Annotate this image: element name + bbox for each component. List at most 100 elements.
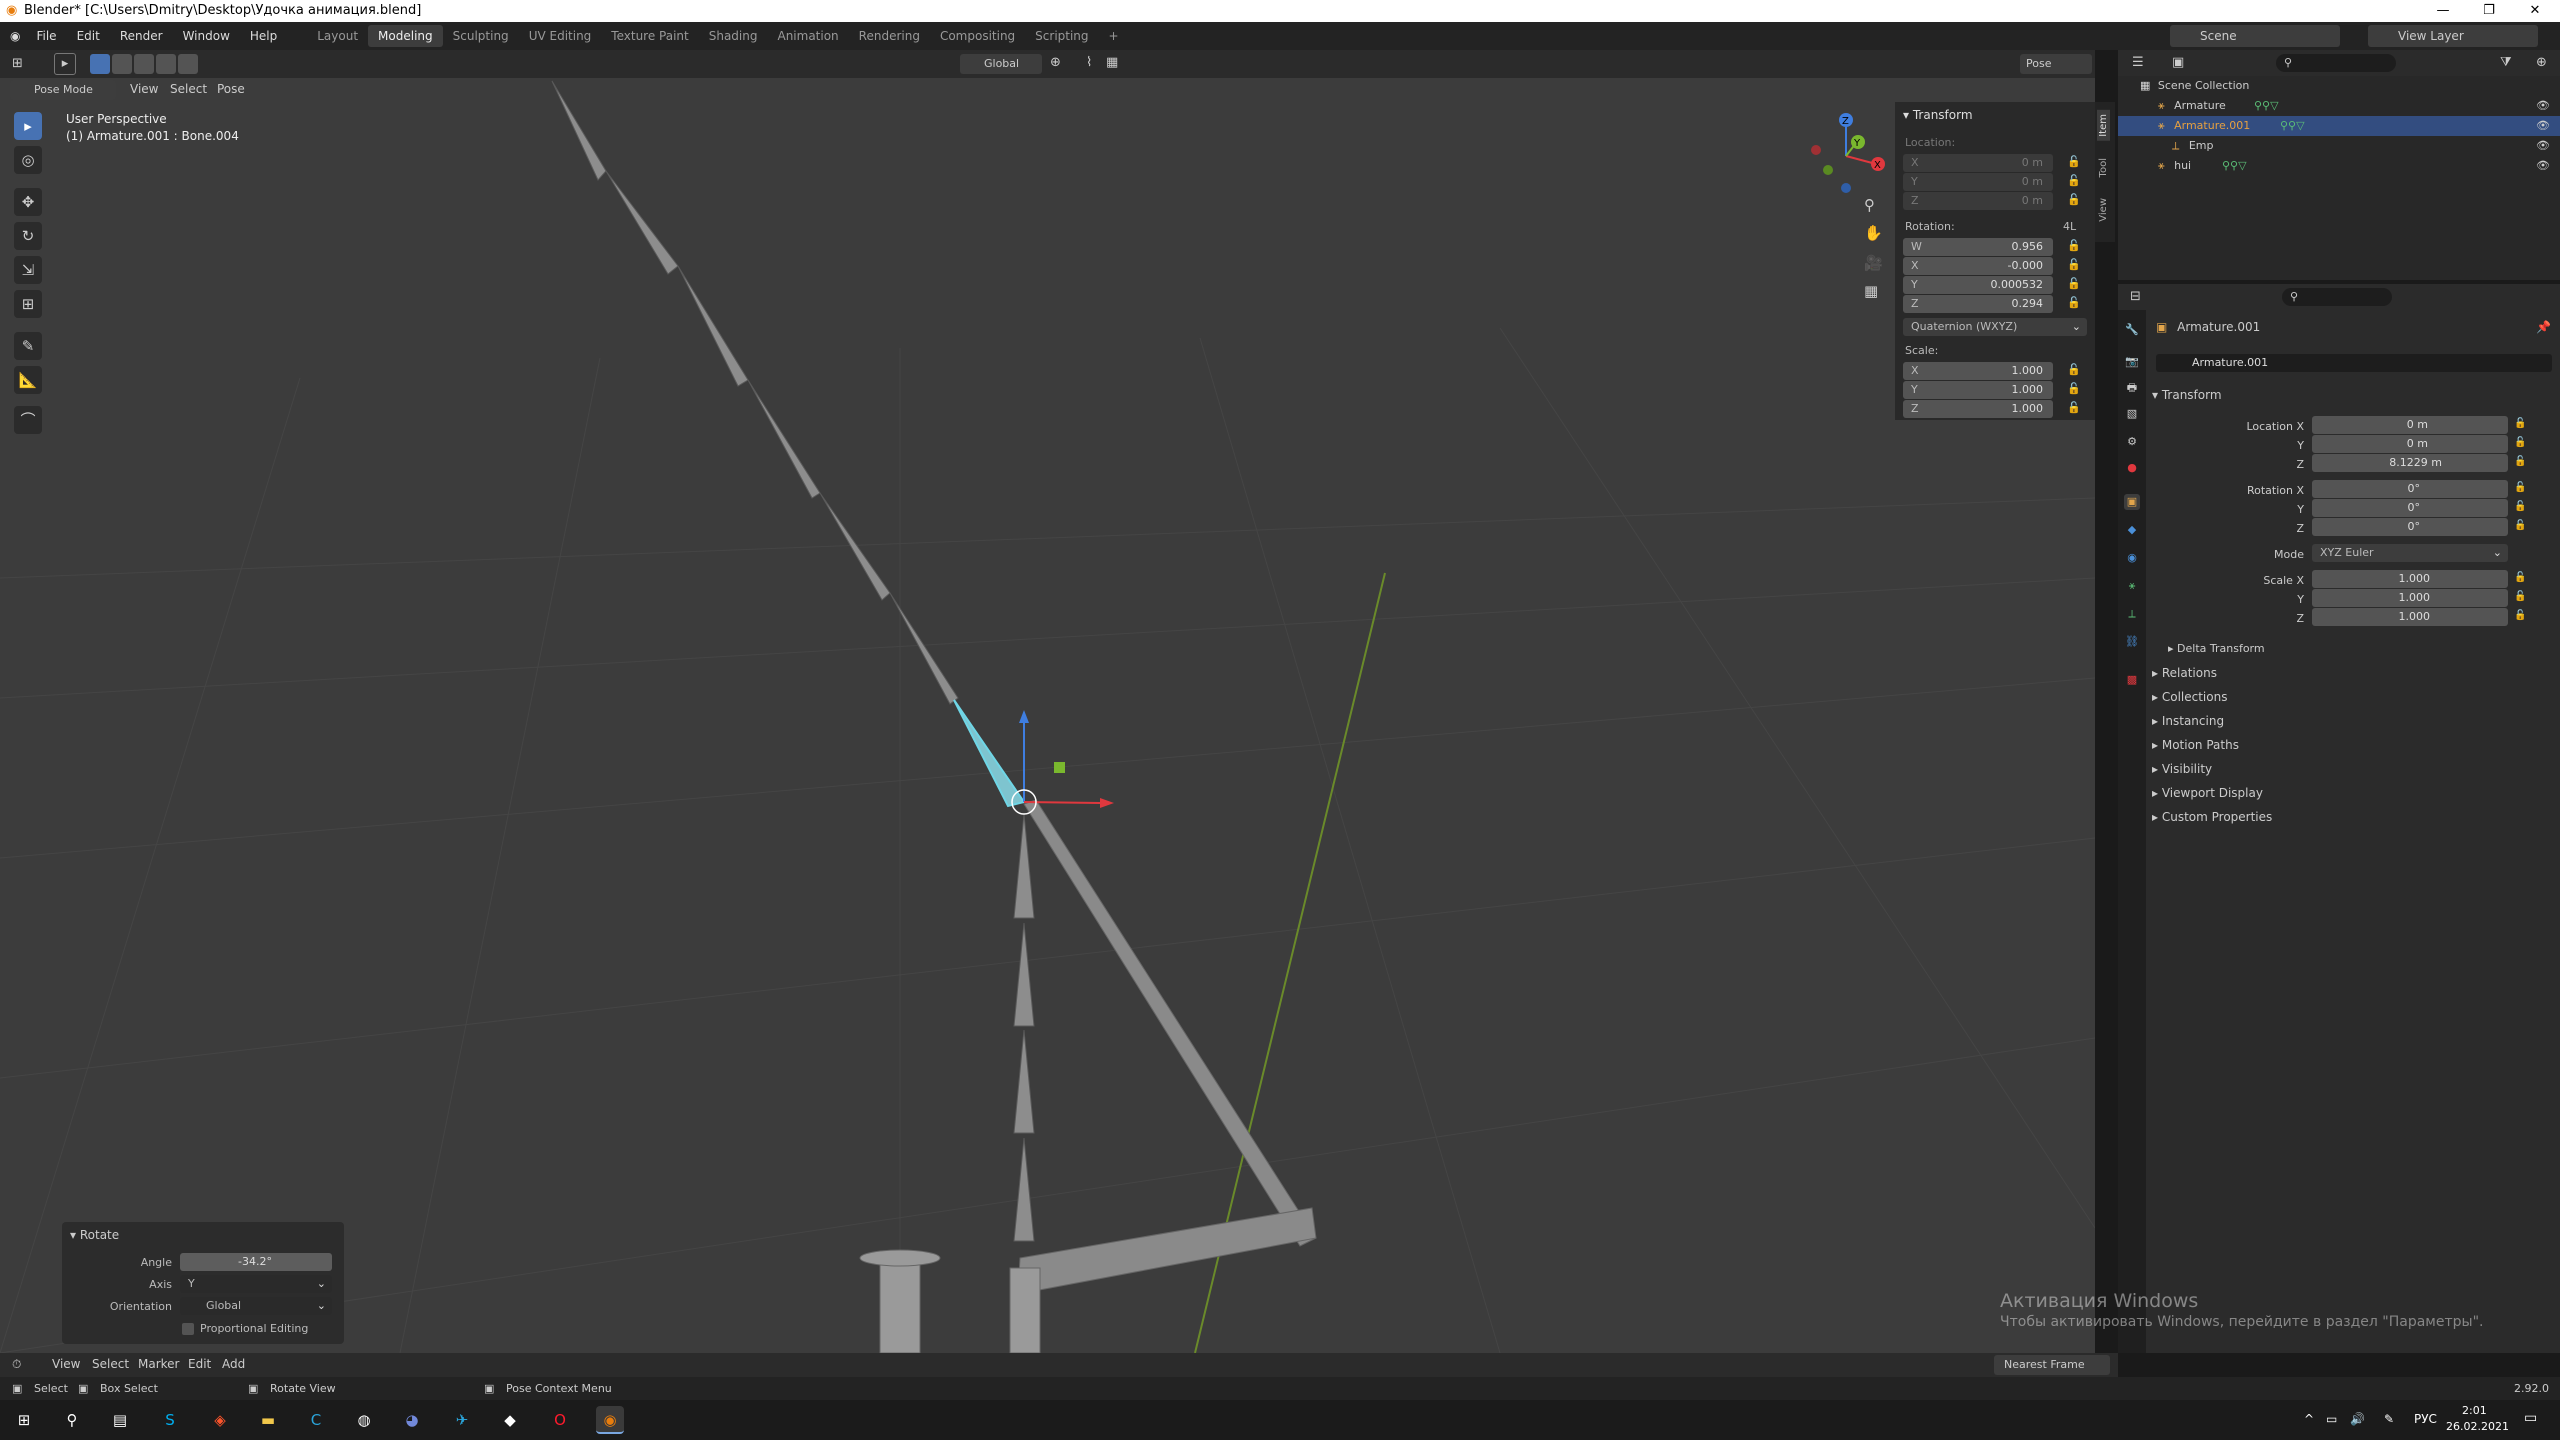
measure-tool-icon[interactable]: 📐 <box>14 366 42 394</box>
modifier-tab-icon[interactable]: ◆ <box>2124 522 2140 538</box>
scale-z-field[interactable]: 1.000 <box>2312 608 2508 626</box>
scene-collection-row[interactable]: ▦ Scene Collection <box>2118 76 2560 96</box>
properties-editor-icon[interactable]: ⊟ <box>2130 289 2141 304</box>
tab-texture-paint[interactable]: Texture Paint <box>601 25 698 47</box>
windows-start-icon[interactable]: ⊞ <box>10 1406 38 1434</box>
outliner-search-input[interactable]: ⚲ <box>2276 54 2396 72</box>
select-mode-new[interactable] <box>90 54 110 74</box>
angle-field[interactable]: -34.2° <box>180 1253 332 1271</box>
lock-icon[interactable]: 🔓 <box>2067 174 2081 187</box>
lock-icon[interactable]: 🔓 <box>2067 277 2081 290</box>
rotation-z-field[interactable]: 0° <box>2312 518 2508 536</box>
pin-icon[interactable]: 📌 <box>2536 320 2551 334</box>
search-icon[interactable]: ⚲ <box>58 1406 86 1434</box>
location-z-field[interactable]: 8.1229 m <box>2312 454 2508 472</box>
tab-shading[interactable]: Shading <box>699 25 768 47</box>
ccleaner-icon[interactable]: C <box>302 1406 330 1434</box>
timeline-editor-icon[interactable]: ⏱ <box>12 1357 21 1372</box>
lock-icon[interactable]: 🔓 <box>2067 193 2081 206</box>
lock-icon[interactable]: 🔓 <box>2514 437 2526 448</box>
outliner-display-icon[interactable]: ▣ <box>2172 55 2184 70</box>
location-y-field[interactable]: 0 m <box>2312 435 2508 453</box>
filter-icon[interactable]: ⧩ <box>2500 55 2512 70</box>
section-viewport-display[interactable]: ▸ Viewport Display <box>2152 786 2263 800</box>
pivot-point-icon[interactable]: ⊕ <box>1050 55 1061 70</box>
brave-icon[interactable]: ◈ <box>206 1406 234 1434</box>
discord-icon[interactable]: ◕ <box>398 1406 426 1434</box>
bone-location-y[interactable]: Y0 m <box>1903 173 2053 191</box>
menu-render[interactable]: Render <box>110 29 173 43</box>
bone-rotation-y[interactable]: Y 0.000532 <box>1903 276 2053 294</box>
snap-dropdown[interactable]: Nearest Frame <box>1994 1355 2110 1375</box>
transform-tool-icon[interactable]: ⊞ <box>14 290 42 318</box>
timeline-menu-add[interactable]: Add <box>222 1357 245 1371</box>
visibility-eye-icon[interactable]: 👁 <box>2536 156 2550 176</box>
lock-icon[interactable]: 🔓 <box>2067 382 2081 395</box>
rotation-y-field[interactable]: 0° <box>2312 499 2508 517</box>
rotate-tool-icon[interactable]: ↻ <box>14 222 42 250</box>
bone-rotation-x[interactable]: X -0.000 <box>1903 257 2053 275</box>
annotate-tool-icon[interactable]: ✎ <box>14 332 42 360</box>
opera-icon[interactable]: O <box>546 1406 574 1434</box>
bone-scale-y[interactable]: Y 1.000 <box>1903 381 2053 399</box>
bone-roll-tool-icon[interactable]: ⌒ <box>14 406 42 434</box>
tab-tool[interactable]: Tool <box>2097 154 2110 181</box>
volume-icon[interactable]: 🔊 <box>2350 1412 2365 1426</box>
rotation-x-field[interactable]: 0° <box>2312 480 2508 498</box>
zoom-icon[interactable]: ⚲ <box>1864 196 1875 214</box>
select-mode-intersect[interactable] <box>178 54 198 74</box>
output-tab-icon[interactable]: 🖶 <box>2124 380 2140 396</box>
timeline-menu-view[interactable]: View <box>52 1357 80 1371</box>
menu-help[interactable]: Help <box>240 29 287 43</box>
tab-item[interactable]: Item <box>2097 110 2110 141</box>
blender-taskbar-icon[interactable]: ◉ <box>596 1406 624 1434</box>
scale-x-field[interactable]: 1.000 <box>2312 570 2508 588</box>
bone-scale-z[interactable]: Z 1.000 <box>1903 400 2053 418</box>
notifications-icon[interactable]: ▭ <box>2524 1410 2537 1426</box>
view-layer-tab-icon[interactable]: ▧ <box>2124 406 2140 422</box>
tool-tab-icon[interactable]: 🔧 <box>2124 322 2140 338</box>
menu-window[interactable]: Window <box>173 29 240 43</box>
tab-sculpting[interactable]: Sculpting <box>443 25 519 47</box>
tab-animation[interactable]: Animation <box>767 25 848 47</box>
tray-chevron-icon[interactable]: ^ <box>2304 1412 2314 1426</box>
proportional-editing-checkbox[interactable] <box>182 1323 194 1335</box>
outliner-item-armature-001[interactable]: ⚹ Armature.001 ⚲⚲▽ 👁 <box>2118 116 2560 136</box>
menu-edit[interactable]: Edit <box>67 29 110 43</box>
pen-icon[interactable]: ✎ <box>2384 1412 2394 1426</box>
snap-target-icon[interactable]: ▦ <box>1106 55 1118 70</box>
telegram-icon[interactable]: ✈ <box>448 1406 476 1434</box>
blender-menu-icon[interactable]: ◉ <box>0 29 26 43</box>
bone-rotation-w[interactable]: W 0.956 <box>1903 238 2053 256</box>
outliner-item-emp[interactable]: ⟂ Emp 👁 <box>2118 136 2560 156</box>
delta-transform-header[interactable]: ▸ Delta Transform <box>2168 642 2265 655</box>
visibility-eye-icon[interactable]: 👁 <box>2536 136 2550 156</box>
lock-icon[interactable]: 🔓 <box>2067 258 2081 271</box>
minimize-icon[interactable]: — <box>2420 0 2466 22</box>
task-view-icon[interactable]: ▤ <box>106 1406 134 1434</box>
bone-rotation-z[interactable]: Z 0.294 <box>1903 295 2053 313</box>
orientation-dropdown[interactable]: Global <box>960 54 1042 74</box>
lock-icon[interactable]: 🔓 <box>2067 155 2081 168</box>
object-name-field[interactable]: Armature.001 <box>2156 354 2552 372</box>
transform-section-header[interactable]: ▾ Transform <box>2152 388 2222 402</box>
bone-scale-x[interactable]: X 1.000 <box>1903 362 2053 380</box>
lock-icon[interactable]: 🔓 <box>2514 572 2526 583</box>
physics-tab-icon[interactable]: ◉ <box>2124 550 2140 566</box>
location-x-field[interactable]: 0 m <box>2312 416 2508 434</box>
rotate-panel-header[interactable]: ▾ Rotate <box>70 1228 119 1242</box>
lock-icon[interactable]: 🔓 <box>2067 401 2081 414</box>
properties-search-input[interactable]: ⚲ <box>2282 288 2392 306</box>
lock-icon[interactable]: 🔓 <box>2514 456 2526 467</box>
tab-view[interactable]: View <box>2097 194 2110 226</box>
axis-select[interactable]: Y ⌄ <box>180 1275 332 1293</box>
constraint-tab-icon[interactable]: ⚹ <box>2124 578 2140 594</box>
tab-layout[interactable]: Layout <box>307 25 368 47</box>
bone-location-z[interactable]: Z0 m <box>1903 192 2053 210</box>
section-collections[interactable]: ▸ Collections <box>2152 690 2227 704</box>
timeline-menu-edit[interactable]: Edit <box>188 1357 211 1371</box>
lock-icon[interactable]: 🔓 <box>2514 501 2526 512</box>
select-mode-subtract[interactable] <box>134 54 154 74</box>
skype-icon[interactable]: S <box>156 1406 184 1434</box>
pan-icon[interactable]: ✋ <box>1864 224 1883 242</box>
